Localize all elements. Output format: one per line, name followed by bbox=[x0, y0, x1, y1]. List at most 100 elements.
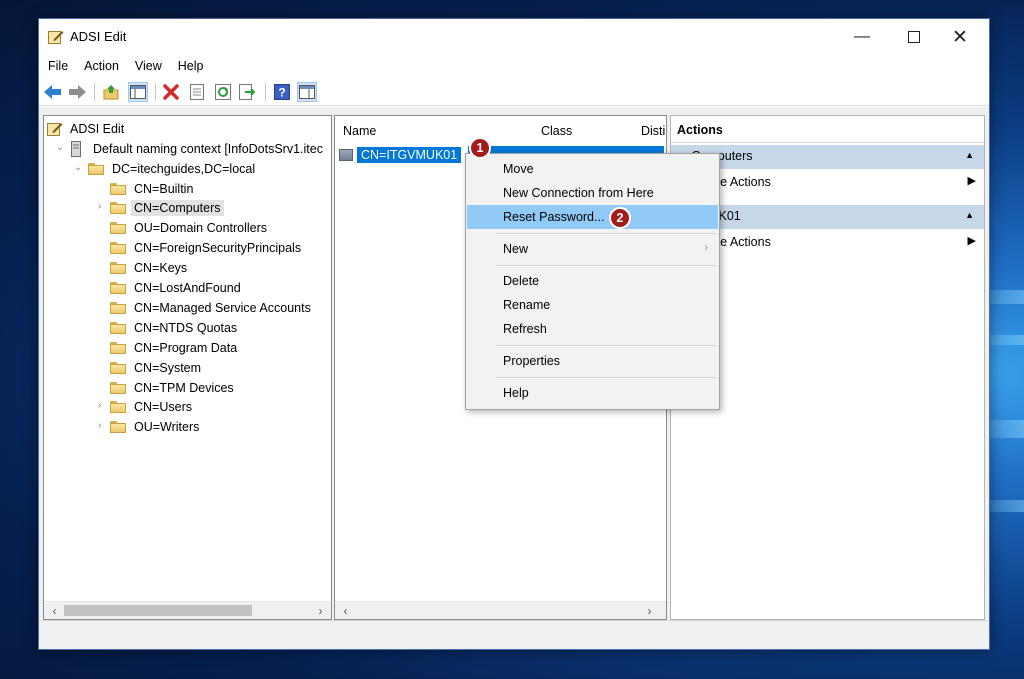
tree-item[interactable]: CN=Builtin bbox=[110, 179, 196, 198]
maximize-icon bbox=[908, 31, 920, 43]
tree-item-label: CN=TPM Devices bbox=[134, 380, 234, 395]
maximize-button[interactable] bbox=[891, 19, 937, 55]
tree-root-label: ADSI Edit bbox=[70, 121, 125, 136]
submenu-arrow-icon: › bbox=[704, 242, 708, 253]
scroll-left-icon[interactable]: ‹ bbox=[337, 602, 354, 619]
tree-domain[interactable]: DC=itechguides,DC=local bbox=[88, 159, 258, 178]
tree-item[interactable]: OU=Writers bbox=[110, 418, 202, 437]
tree-item-label: CN=Users bbox=[134, 400, 192, 415]
menu-item-properties[interactable]: Properties bbox=[467, 349, 718, 373]
tree-item[interactable]: CN=LostAndFound bbox=[110, 279, 244, 298]
column-header-distinguished-name[interactable]: Disti bbox=[641, 124, 665, 138]
tree-item[interactable]: CN=ForeignSecurityPrincipals bbox=[110, 239, 304, 258]
expander-open-icon[interactable]: ⌄ bbox=[56, 142, 64, 153]
new-label: New bbox=[503, 242, 529, 256]
list-row[interactable]: CN=ITGVMUK01 bbox=[339, 146, 462, 164]
tree-item-label: CN=System bbox=[134, 360, 202, 375]
toolbar: ? bbox=[39, 79, 989, 106]
column-header-name[interactable]: Name bbox=[343, 124, 376, 138]
toolbar-separator bbox=[155, 83, 156, 101]
svg-text:?: ? bbox=[278, 86, 285, 100]
scroll-thumb[interactable] bbox=[64, 605, 252, 616]
scroll-right-icon[interactable]: › bbox=[312, 602, 329, 619]
adsi-edit-icon bbox=[47, 123, 63, 136]
menu-separator bbox=[496, 265, 716, 266]
tree-item-label: CN=Program Data bbox=[134, 340, 238, 355]
menu-item-rename[interactable]: Rename bbox=[467, 293, 718, 317]
forward-icon[interactable] bbox=[67, 82, 87, 102]
menu-help[interactable]: Help bbox=[169, 57, 211, 73]
menu-item-help[interactable]: Help bbox=[467, 381, 718, 405]
submenu-arrow-icon: ▶ bbox=[967, 235, 976, 247]
tree-item[interactable]: CN=NTDS Quotas bbox=[110, 318, 240, 337]
tree-item[interactable]: CN=Users bbox=[110, 398, 195, 417]
folder-icon bbox=[110, 381, 126, 394]
menu-action[interactable]: Action bbox=[75, 57, 126, 73]
expander-closed-icon[interactable]: › bbox=[98, 400, 101, 411]
scroll-right-icon[interactable]: › bbox=[641, 602, 658, 619]
folder-icon bbox=[110, 222, 126, 235]
tree-item-label: CN=Computers bbox=[131, 200, 224, 217]
list-horizontal-scrollbar[interactable]: ‹ › bbox=[335, 601, 666, 619]
tree-item-label: CN=LostAndFound bbox=[134, 281, 241, 295]
naming-context-label: Default naming context [InfoDotsSrv1.ite… bbox=[93, 141, 323, 156]
show-hide-action-pane-icon[interactable] bbox=[297, 82, 317, 102]
tree-item[interactable]: CN=Computers bbox=[110, 199, 224, 218]
close-button[interactable]: ✕ bbox=[937, 19, 983, 55]
tree-root[interactable]: ADSI Edit bbox=[47, 119, 127, 138]
tree-item[interactable]: CN=Managed Service Accounts bbox=[110, 298, 314, 317]
tree-item[interactable]: CN=Keys bbox=[110, 259, 190, 278]
collapse-icon[interactable]: ▲ bbox=[965, 210, 974, 220]
title-bar: ADSI Edit — ✕ bbox=[39, 19, 989, 55]
tree-item[interactable]: CN=System bbox=[110, 358, 204, 377]
up-folder-icon[interactable] bbox=[101, 82, 121, 102]
tree-item[interactable]: CN=Program Data bbox=[110, 338, 240, 357]
menu-item-new-connection[interactable]: New Connection from Here bbox=[467, 181, 718, 205]
menu-item-delete[interactable]: Delete bbox=[467, 269, 718, 293]
tree-item-label: CN=ForeignSecurityPrincipals bbox=[134, 241, 302, 256]
delete-icon[interactable] bbox=[161, 82, 181, 102]
tree-item-label: CN=Keys bbox=[134, 261, 188, 276]
expander-closed-icon[interactable]: › bbox=[98, 201, 101, 212]
menu-separator bbox=[496, 233, 716, 234]
tree-horizontal-scrollbar[interactable]: ‹ › bbox=[44, 601, 331, 619]
tree-item-label: OU=Writers bbox=[134, 420, 200, 435]
toolbar-separator bbox=[94, 83, 95, 101]
export-list-icon[interactable] bbox=[237, 82, 257, 102]
expander-open-icon[interactable]: ⌄ bbox=[74, 162, 82, 173]
menu-item-refresh[interactable]: Refresh bbox=[467, 317, 718, 341]
folder-icon bbox=[110, 182, 126, 195]
adsi-edit-app-icon bbox=[48, 31, 64, 44]
folder-icon bbox=[110, 242, 126, 255]
tree-naming-context[interactable]: Default naming context [InfoDotsSrv1.ite… bbox=[71, 139, 326, 158]
collapse-icon[interactable]: ▲ bbox=[965, 150, 974, 160]
context-menu: Move New Connection from Here Reset Pass… bbox=[465, 153, 720, 410]
menu-bar: File Action View Help bbox=[39, 57, 989, 77]
console-tree: ADSI Edit ⌄ Default naming context [Info… bbox=[43, 115, 332, 620]
menu-view[interactable]: View bbox=[126, 57, 169, 73]
expander-closed-icon[interactable]: › bbox=[98, 420, 101, 431]
folder-icon bbox=[88, 162, 104, 175]
menu-item-new[interactable]: New › bbox=[467, 237, 718, 261]
folder-icon bbox=[110, 262, 126, 275]
help-icon[interactable]: ? bbox=[272, 82, 292, 102]
show-hide-tree-icon[interactable] bbox=[128, 82, 148, 102]
tree-item[interactable]: OU=Domain Controllers bbox=[110, 219, 270, 238]
menu-item-move[interactable]: Move bbox=[467, 157, 718, 181]
properties-icon[interactable] bbox=[187, 82, 207, 102]
actions-header: Actions bbox=[671, 116, 984, 143]
scroll-left-icon[interactable]: ‹ bbox=[46, 602, 63, 619]
window-title: ADSI Edit bbox=[70, 29, 127, 44]
menu-file[interactable]: File bbox=[39, 57, 75, 73]
toolbar-separator bbox=[265, 83, 266, 101]
column-header-class[interactable]: Class bbox=[541, 124, 572, 138]
folder-icon bbox=[110, 341, 126, 354]
menu-item-reset-password[interactable]: Reset Password... bbox=[467, 205, 718, 229]
annotation-badge-2: 2 bbox=[609, 207, 631, 229]
minimize-button[interactable]: — bbox=[839, 19, 885, 55]
folder-icon bbox=[110, 202, 126, 215]
refresh-icon[interactable] bbox=[213, 82, 233, 102]
tree-item[interactable]: CN=TPM Devices bbox=[110, 378, 237, 397]
back-icon[interactable] bbox=[43, 82, 63, 102]
submenu-arrow-icon: ▶ bbox=[967, 175, 976, 187]
